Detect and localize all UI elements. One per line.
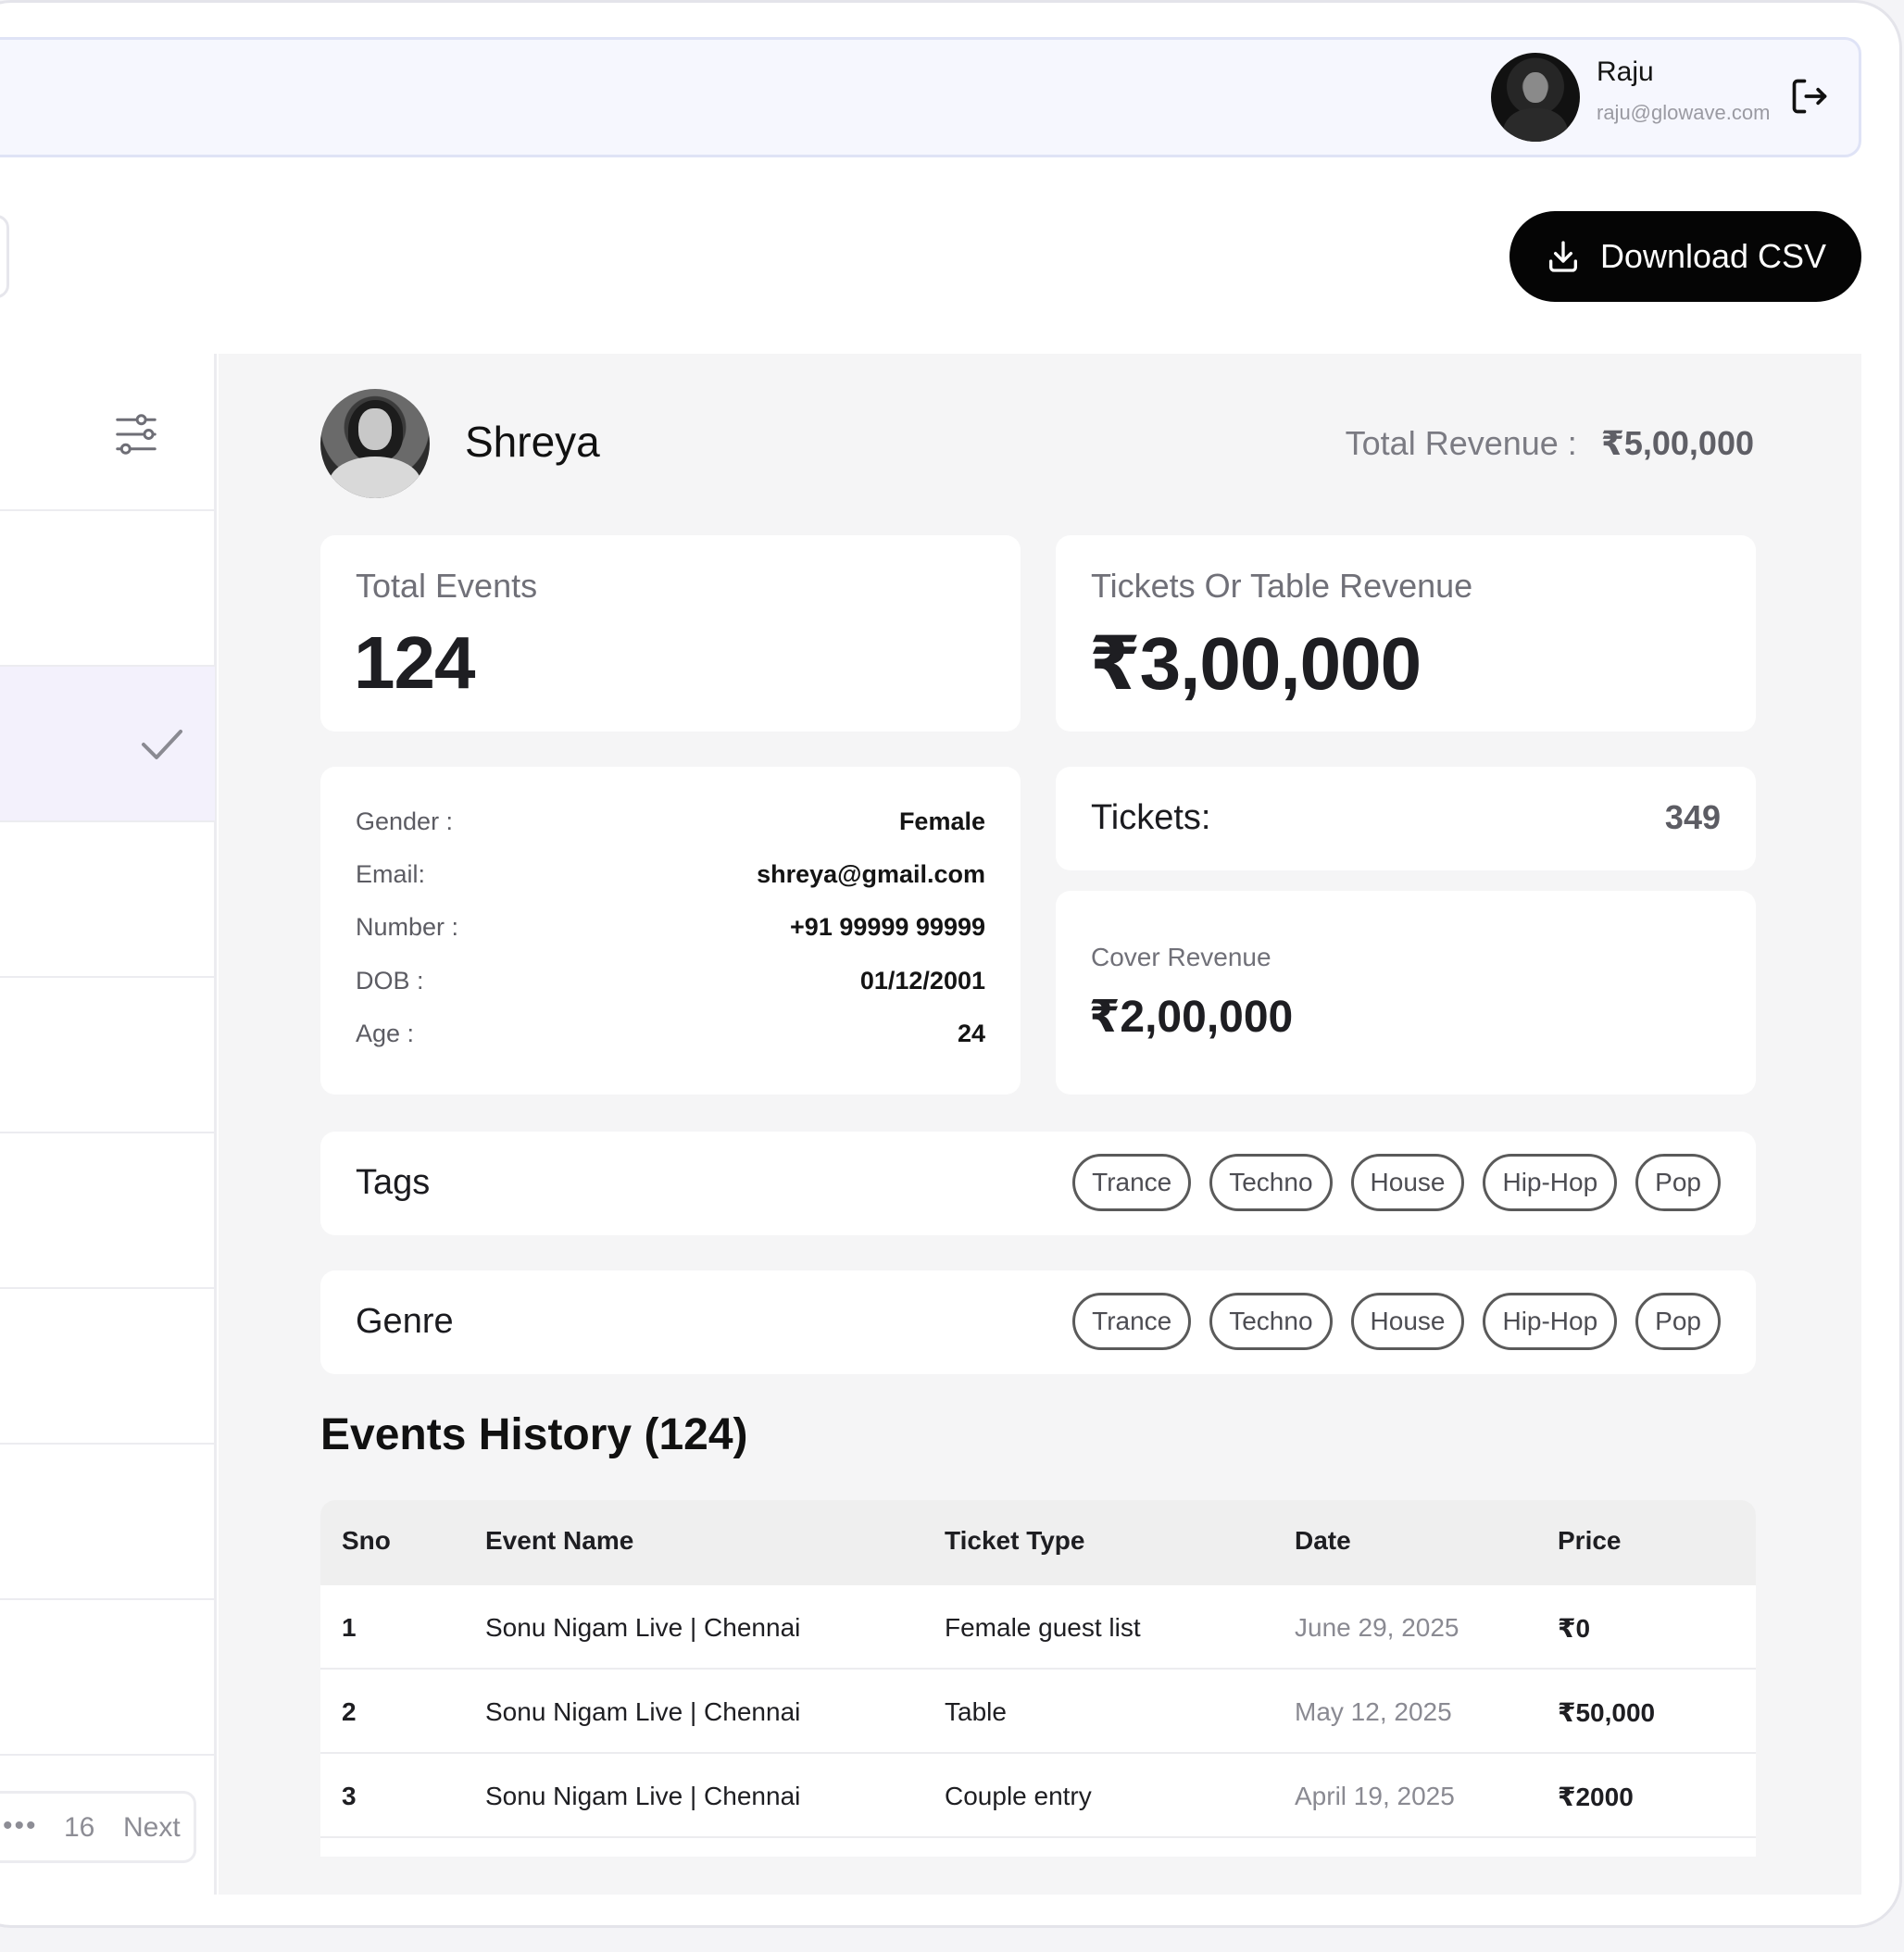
tickets-label: Tickets:	[1091, 798, 1211, 837]
total-revenue-value: ₹5,00,000	[1600, 424, 1754, 462]
list-item[interactable]	[0, 822, 215, 978]
total-revenue-label: Total Revenue :	[1345, 424, 1577, 462]
table-row[interactable]: 3 Sonu Nigam Live | Chennai Couple entry…	[320, 1754, 1756, 1838]
cell-date: June 29, 2025	[1295, 1613, 1459, 1642]
search-input[interactable]	[0, 215, 9, 298]
cell-event-name: Sonu Nigam Live | Chennai	[485, 1782, 801, 1810]
tickets-value: 349	[1664, 798, 1721, 836]
tickets-count-card: Tickets: 349	[1056, 767, 1756, 870]
user-email: raju@glowave.com	[1597, 101, 1771, 124]
detail-value: 01/12/2001	[859, 967, 985, 995]
column-header-sno: Sno	[342, 1526, 391, 1555]
events-history-table: Sno Event Name Ticket Type Date Price 1 …	[320, 1500, 1756, 1857]
cell-sno: 2	[342, 1697, 357, 1726]
list-item[interactable]	[0, 511, 215, 667]
column-header-ticket-type: Ticket Type	[945, 1526, 1085, 1555]
detail-label: Number :	[356, 913, 459, 941]
download-csv-button[interactable]: Download CSV	[1509, 211, 1861, 302]
detail-row-gender: Gender : Female	[356, 807, 985, 845]
column-header-price: Price	[1558, 1526, 1622, 1555]
list-item[interactable]	[0, 978, 215, 1133]
list-item[interactable]	[0, 1133, 215, 1289]
tickets-table-revenue-label: Tickets Or Table Revenue	[1091, 567, 1473, 605]
cell-ticket-type: Female guest list	[945, 1613, 1141, 1642]
list-header	[0, 354, 215, 511]
genre-chip[interactable]: House	[1350, 1293, 1465, 1350]
tag-chip[interactable]: Techno	[1209, 1154, 1333, 1211]
genre-list: Trance Techno House Hip-Hop Pop	[1072, 1293, 1721, 1350]
pagination-ellipsis: •••	[3, 1810, 38, 1841]
user-name: Raju	[1597, 56, 1654, 87]
tags-list: Trance Techno House Hip-Hop Pop	[1072, 1154, 1721, 1211]
tags-card: Tags Trance Techno House Hip-Hop Pop	[320, 1132, 1756, 1235]
events-history-title: Events History (124)	[320, 1410, 748, 1459]
detail-value: 24	[957, 1020, 985, 1047]
personal-details-card: Gender : Female Email: shreya@gmail.com …	[320, 767, 1021, 1095]
pagination: ••• 16 Next	[0, 1791, 196, 1863]
pagination-page-16[interactable]: 16	[64, 1812, 94, 1844]
check-icon	[142, 730, 182, 759]
detail-row-age: Age : 24	[356, 1020, 985, 1057]
list-item[interactable]	[0, 1289, 215, 1445]
cell-price: ₹50,000	[1558, 1698, 1656, 1727]
genre-chip[interactable]: Hip-Hop	[1483, 1293, 1618, 1350]
cell-price: ₹2000	[1558, 1783, 1634, 1811]
table-row[interactable]: 2 Sonu Nigam Live | Chennai Table May 12…	[320, 1670, 1756, 1754]
filter-icon[interactable]	[111, 409, 161, 459]
genre-label: Genre	[356, 1302, 454, 1341]
genre-chip[interactable]: Pop	[1635, 1293, 1721, 1350]
cell-price: ₹0	[1558, 1614, 1591, 1643]
genre-chip[interactable]: Techno	[1209, 1293, 1333, 1350]
cell-sno: 3	[342, 1782, 357, 1810]
table-header: Sno Event Name Ticket Type Date Price	[320, 1500, 1756, 1585]
cell-date: April 19, 2025	[1295, 1782, 1455, 1810]
list-item[interactable]	[0, 1445, 215, 1600]
table-row[interactable]: 1 Sonu Nigam Live | Chennai Female guest…	[320, 1585, 1756, 1670]
pagination-next[interactable]: Next	[123, 1812, 181, 1844]
cover-revenue-value: ₹2,00,000	[1089, 993, 1294, 1042]
list-item[interactable]	[0, 1600, 215, 1756]
genre-card: Genre Trance Techno House Hip-Hop Pop	[320, 1270, 1756, 1374]
detail-label: Gender :	[356, 807, 454, 835]
cover-revenue-label: Cover Revenue	[1091, 943, 1271, 971]
detail-label: DOB :	[356, 967, 424, 995]
cell-event-name: Sonu Nigam Live | Chennai	[485, 1697, 801, 1726]
user-avatar	[1491, 53, 1580, 142]
detail-row-email: Email: shreya@gmail.com	[356, 860, 985, 897]
detail-label: Age :	[356, 1020, 415, 1047]
tags-label: Tags	[356, 1163, 431, 1202]
download-csv-label: Download CSV	[1599, 237, 1827, 275]
total-revenue: Total Revenue : ₹5,00,000	[1346, 424, 1754, 463]
customer-name: Shreya	[465, 418, 600, 466]
column-header-event-name: Event Name	[485, 1526, 634, 1555]
cell-sno: 1	[342, 1613, 357, 1642]
tag-chip[interactable]: Trance	[1072, 1154, 1192, 1211]
cell-event-name: Sonu Nigam Live | Chennai	[485, 1613, 801, 1642]
tickets-table-revenue-value: ₹3,00,000	[1089, 622, 1422, 705]
detail-row-dob: DOB : 01/12/2001	[356, 967, 985, 1004]
cover-revenue-card: Cover Revenue ₹2,00,000	[1056, 891, 1756, 1095]
cell-ticket-type: Couple entry	[945, 1782, 1092, 1810]
column-header-date: Date	[1295, 1526, 1351, 1555]
detail-label: Email:	[356, 860, 426, 888]
genre-chip[interactable]: Trance	[1072, 1293, 1192, 1350]
tag-chip[interactable]: House	[1350, 1154, 1465, 1211]
tag-chip[interactable]: Pop	[1635, 1154, 1721, 1211]
detail-value: shreya@gmail.com	[757, 860, 985, 888]
total-events-label: Total Events	[356, 567, 538, 605]
customer-avatar	[320, 389, 430, 498]
cell-date: May 12, 2025	[1295, 1697, 1452, 1726]
download-icon	[1548, 241, 1577, 272]
total-events-value: 124	[354, 621, 475, 704]
cell-ticket-type: Table	[945, 1697, 1007, 1726]
tag-chip[interactable]: Hip-Hop	[1483, 1154, 1618, 1211]
logout-icon[interactable]	[1789, 76, 1830, 117]
detail-value: +91 99999 99999	[790, 913, 985, 941]
customer-list	[0, 354, 217, 1895]
detail-value: Female	[898, 807, 985, 835]
tickets-table-revenue-card: Tickets Or Table Revenue ₹3,00,000	[1056, 535, 1756, 732]
total-events-card: Total Events 124	[320, 535, 1021, 732]
detail-row-number: Number : +91 99999 99999	[356, 913, 985, 950]
